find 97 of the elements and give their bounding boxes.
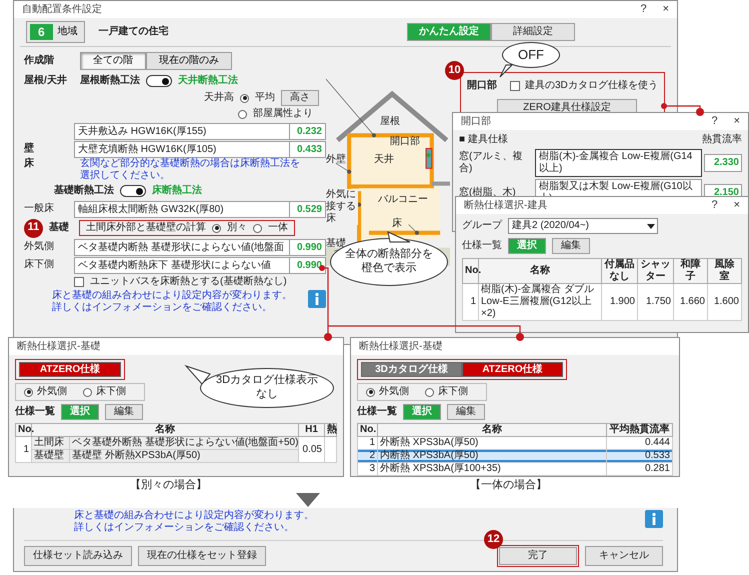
section-label: 屋根/天井	[24, 75, 68, 87]
field-label: 天井高	[204, 92, 234, 104]
table-cell: 0.281	[606, 462, 672, 476]
table-cell: 1.600	[708, 284, 742, 320]
column-header: 和障子	[674, 258, 708, 284]
table-cell: 1.750	[638, 284, 674, 320]
column-header: No.	[358, 424, 378, 436]
field-label: 窓(アルミ、複合)	[459, 151, 524, 175]
caption-text: 【一体の場合】	[470, 479, 547, 492]
diagram-label: 外気に接する床	[326, 189, 358, 225]
field-label: 外気側	[24, 241, 55, 253]
column-header: 熱	[324, 424, 336, 436]
column-header: シャッター	[638, 258, 674, 284]
building-type: 一戸建ての住宅	[98, 26, 169, 38]
caption-text: 【別々の場合】	[130, 479, 207, 492]
column-header: No.	[462, 258, 478, 284]
hint-text: 詳しくはインフォメーションをご確認ください。	[52, 302, 273, 314]
value-readout: 0.232	[290, 122, 326, 140]
table-cell: 3	[358, 462, 378, 476]
value-readout: 0.529	[290, 200, 326, 218]
hint-text: 床と基礎の組み合わせにより設定内容が変わります。	[74, 510, 315, 522]
table-cell: ベタ基礎外断熱 基礎形状によらない値(地盤面+50)	[70, 436, 298, 450]
section-label: 基礎	[49, 222, 70, 234]
radio-label: 外気側	[37, 386, 67, 398]
hint-text: 床と基礎の組み合わせにより設定内容が変わります。	[52, 290, 293, 302]
table-cell: 0.05	[298, 436, 324, 462]
value-readout: 0.990	[290, 238, 326, 256]
field-label: 仕様一覧	[357, 406, 397, 418]
table-cell: 基礎壁 外断熱XPS3bA(厚50)	[70, 450, 298, 462]
radio-label: 平均	[255, 92, 275, 104]
checkbox-label: 建具の3Dカタログ仕様を使う	[525, 80, 658, 92]
window-title: 断熱仕様選択-基礎	[17, 340, 102, 352]
step-badge: 12	[484, 530, 503, 549]
step-badge: 11	[24, 218, 43, 238]
value-readout: 2.330	[704, 154, 742, 172]
column-header: 名称	[478, 258, 602, 284]
table-cell: 1	[16, 436, 32, 462]
window-title: 自動配置条件設定	[22, 4, 103, 16]
field-label: 床下側	[24, 259, 55, 271]
field-label: 仕様一覧	[462, 240, 502, 252]
value-readout: 0.990	[290, 256, 326, 274]
section-label: 開口部	[467, 80, 498, 92]
window-title: 断熱仕様選択-基礎	[359, 340, 444, 352]
field-label: 一般床	[24, 203, 55, 215]
table-cell: 外断熱 XPS3bA(厚50)	[378, 436, 606, 450]
column-header: 風除室	[708, 258, 742, 284]
column-header: 名称	[32, 424, 298, 436]
callout-bubble: OFF	[502, 42, 560, 68]
diagram-label: バルコニー	[378, 194, 428, 206]
table-cell: 0.444	[606, 436, 672, 450]
radio-label: 一体	[268, 222, 288, 234]
column-header: 付属品なし	[602, 258, 638, 284]
method-value: 床断熱工法	[152, 185, 202, 197]
radio-label: 別々	[227, 222, 247, 234]
table-cell: 外断熱 XPS3bA(厚100+35)	[378, 462, 606, 476]
window-title: 断熱仕様選択-建具	[464, 200, 548, 212]
diagram-label: 外壁	[326, 154, 346, 166]
diagram-label: 天井	[374, 154, 394, 166]
column-header: 平均熱貫流率	[606, 424, 672, 436]
field-label: グループ	[462, 220, 502, 232]
table-cell: 1	[358, 436, 378, 450]
table-cell: 1	[462, 284, 478, 320]
table-cell: 土間床	[32, 436, 70, 450]
radio-label: 床下側	[438, 386, 468, 398]
diagram-label: 基礎	[326, 238, 346, 249]
section-label: 床	[24, 158, 35, 170]
radio-label: 床下側	[96, 386, 126, 398]
table-cell: 樹脂(木)-金属複合 ダブルLow-E三層複層(G12以上×2)	[478, 284, 602, 320]
table-cell: 1.660	[674, 284, 708, 320]
table-cell: 0.533	[606, 450, 672, 462]
column-heading: 熱貫流率	[702, 134, 742, 146]
method-label: 基礎断熱工法	[54, 185, 114, 197]
hint-text: 玄関など部分的な基礎断熱の場合は床断熱工法を選択してください。	[80, 158, 301, 182]
field-label: 土間床外部と基礎壁の計算	[86, 222, 206, 234]
section-label: 作成階	[24, 55, 55, 67]
radio-label: 外気側	[379, 386, 409, 398]
window-title: 開口部	[461, 116, 492, 128]
method-label: 屋根断熱工法	[80, 75, 140, 87]
table-cell: 内断熱 XPS3bA(厚50)	[378, 450, 606, 462]
radio-label: 部屋属性より	[253, 108, 313, 120]
table-cell: 1.900	[602, 284, 638, 320]
column-header: H1	[298, 424, 324, 436]
column-header: 名称	[378, 424, 606, 436]
diagram-label: 屋根	[380, 116, 400, 128]
table-cell: 2	[358, 450, 378, 462]
table-cell: 基礎壁	[32, 450, 70, 462]
hint-text: 詳しくはインフォメーションをご確認ください。	[74, 522, 295, 534]
diagram-label: 開口部	[390, 136, 420, 148]
section-label: 壁	[24, 143, 35, 155]
step-badge: 10	[445, 61, 464, 80]
checkbox-label: ユニットバスを床断熱とする(基礎断熱なし)	[90, 276, 287, 288]
method-value: 天井断熱工法	[178, 75, 238, 87]
field-label: 仕様一覧	[15, 406, 55, 418]
diagram-label: 床	[392, 218, 402, 230]
section-heading: ■ 建具仕様	[459, 134, 508, 146]
column-header: No.	[16, 424, 32, 436]
value-readout: 0.433	[290, 140, 326, 158]
